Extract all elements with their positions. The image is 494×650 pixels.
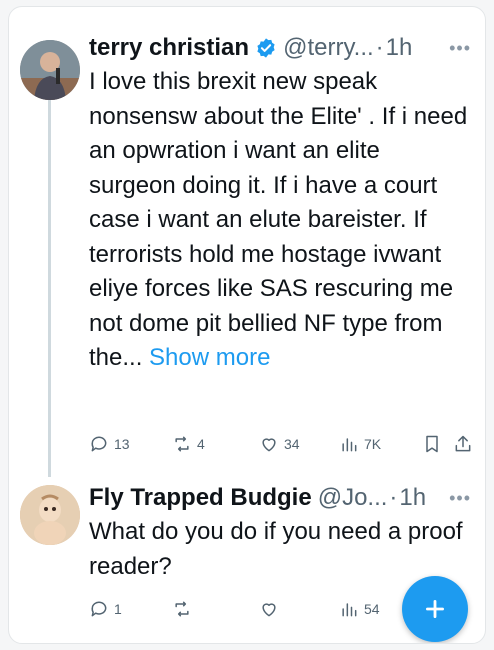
tweet-body: I love this brexit new speak nonsensw ab… (89, 68, 468, 371)
views-icon (342, 438, 357, 452)
author-handle[interactable]: @terry... (283, 34, 374, 62)
avatar[interactable] (20, 485, 80, 545)
more-icon[interactable]: ••• (449, 38, 471, 59)
views-icon (342, 603, 357, 617)
tweet-header: Fly Trapped Budgie @Jo... · 1h ••• (89, 483, 471, 513)
repost-count: 4 (197, 436, 205, 452)
timestamp[interactable]: 1h (399, 484, 426, 512)
avatar[interactable] (20, 40, 80, 100)
bookmark-button[interactable] (422, 434, 442, 454)
like-button[interactable]: 34 (259, 434, 300, 454)
reply-button[interactable]: 1 (89, 599, 122, 619)
tweet-header: terry christian @terry... · 1h ••• (89, 33, 471, 63)
show-more-link[interactable]: Show more (149, 344, 270, 371)
views-count: 7K (364, 436, 382, 452)
avatar-photo-icon (20, 485, 80, 545)
tweet[interactable]: terry christian @terry... · 1h ••• I lov… (89, 33, 471, 376)
tweet[interactable]: Fly Trapped Budgie @Jo... · 1h ••• What … (89, 483, 471, 584)
reply-icon (91, 601, 107, 617)
like-icon (262, 603, 276, 617)
thread-connector-line (48, 83, 51, 477)
views-button[interactable]: 7K (339, 434, 381, 454)
verified-badge-icon (257, 38, 275, 58)
timestamp[interactable]: 1h (386, 34, 413, 62)
avatar-photo-icon (20, 40, 80, 100)
author-handle[interactable]: @Jo... (318, 484, 388, 512)
compose-button[interactable]: + (402, 576, 468, 642)
more-icon[interactable]: ••• (449, 488, 471, 509)
repost-icon (175, 601, 189, 617)
author-name[interactable]: terry christian (89, 34, 249, 62)
share-icon (455, 435, 471, 452)
reply-count: 1 (114, 601, 122, 617)
repost-button[interactable]: 4 (172, 434, 205, 454)
views-button[interactable]: 54 (339, 599, 380, 619)
views-count: 54 (364, 601, 380, 617)
like-button[interactable] (259, 599, 284, 619)
like-icon (262, 438, 276, 452)
tweet-text: What do you do if you need a proof reade… (89, 515, 471, 584)
like-count: 34 (284, 436, 300, 452)
separator-dot: · (389, 484, 398, 511)
reply-button[interactable]: 13 (89, 434, 130, 454)
repost-icon (175, 436, 189, 452)
tweet-text: I love this brexit new speak nonsensw ab… (89, 65, 471, 376)
timeline-card: terry christian @terry... · 1h ••• I lov… (8, 6, 486, 644)
author-name[interactable]: Fly Trapped Budgie (89, 484, 312, 512)
share-button[interactable] (453, 434, 473, 454)
bookmark-icon (426, 435, 438, 453)
tweet-body: What do you do if you need a proof reade… (89, 518, 463, 580)
repost-button[interactable] (172, 599, 197, 619)
reply-count: 13 (114, 436, 130, 452)
separator-dot: · (375, 34, 384, 61)
reply-icon (91, 436, 107, 452)
